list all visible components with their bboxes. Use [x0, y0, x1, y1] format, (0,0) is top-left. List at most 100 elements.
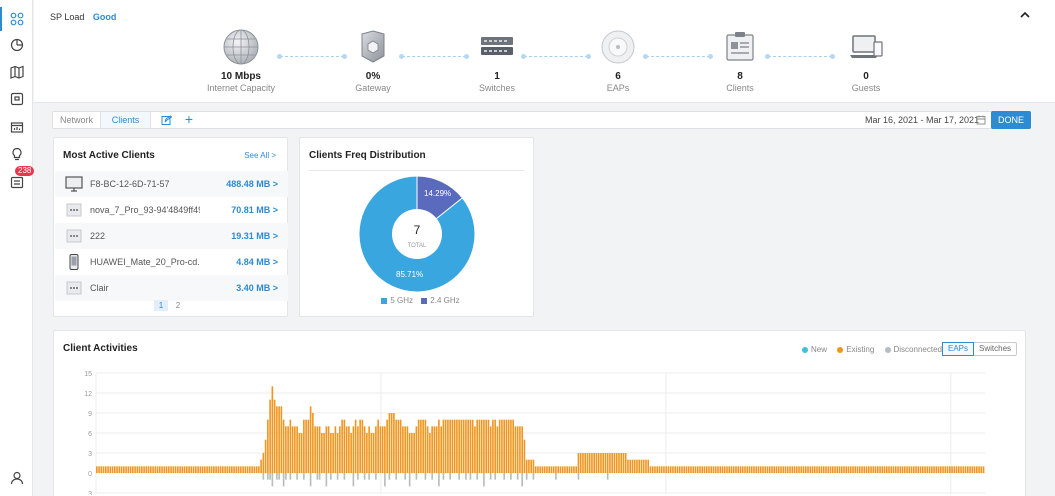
legend-dot-existing [837, 346, 844, 353]
tab-clients[interactable]: Clients [101, 112, 151, 128]
bar-existing [843, 466, 845, 473]
client-traffic[interactable]: 19.31 MB > [231, 223, 278, 249]
bar-existing [105, 466, 107, 473]
bar-disconnected [408, 473, 411, 487]
bar-existing [521, 426, 523, 473]
toggle-eaps[interactable]: EAPs [942, 342, 975, 356]
eaps-label: EAPs [606, 83, 630, 93]
bar-existing [577, 453, 580, 473]
bar-existing [539, 466, 541, 473]
topology-node-internet[interactable]: 10 Mbps Internet Capacity [196, 28, 286, 93]
calendar-icon[interactable] [976, 115, 986, 125]
bar-existing [771, 466, 773, 473]
bar-existing [395, 419, 397, 473]
user-icon[interactable] [0, 466, 33, 490]
bar-disconnected [465, 473, 467, 480]
bar-existing [924, 466, 926, 473]
bar-existing [624, 453, 627, 473]
insight-icon[interactable] [0, 115, 33, 139]
bar-existing [273, 399, 276, 473]
bar-disconnected [395, 473, 397, 480]
bar-existing [424, 419, 427, 473]
freq-legend: 5 GHz 2.4 GHz [300, 296, 535, 305]
bar-existing [251, 466, 253, 473]
edit-icon[interactable] [157, 112, 175, 128]
bar-existing [192, 466, 195, 473]
client-name: 222 [90, 231, 106, 241]
bar-existing [573, 466, 575, 473]
bar-existing [748, 466, 751, 473]
bar-existing [159, 466, 161, 473]
bar-existing [388, 413, 391, 473]
client-traffic[interactable]: 70.81 MB > [231, 197, 278, 223]
bar-existing [219, 466, 222, 473]
bar-existing [181, 466, 184, 473]
bar-existing [431, 426, 433, 473]
bar-existing [906, 466, 908, 473]
bar-existing [226, 466, 229, 473]
bar-existing [811, 466, 814, 473]
client-row[interactable]: nova_7_Pro_93-94'4849ff49 70.81 MB > [55, 197, 288, 223]
bar-existing [719, 466, 722, 473]
generic-device-icon [66, 203, 82, 217]
toggle-switches[interactable]: Switches [974, 343, 1016, 355]
topology-node-clients[interactable]: 8 Clients [695, 28, 785, 93]
bar-existing [195, 466, 197, 473]
bar-existing [888, 466, 890, 473]
bar-existing [768, 466, 771, 473]
gateway-label: Gateway [355, 83, 391, 93]
bar-existing [690, 466, 692, 473]
client-row[interactable]: HUAWEI_Mate_20_Pro-cd... 4.84 MB > [55, 249, 288, 275]
client-traffic[interactable]: 3.40 MB > [236, 275, 278, 301]
bar-existing [386, 419, 388, 473]
client-traffic[interactable]: 488.48 MB > [226, 171, 278, 197]
bar-existing [609, 453, 611, 473]
bar-existing [145, 466, 148, 473]
see-all-link[interactable]: See All > [244, 151, 276, 160]
bar-existing [197, 466, 199, 473]
legend-label-disconnected[interactable]: Disconnected [894, 345, 942, 354]
activities-legend: New Existing Disconnected [794, 345, 942, 354]
internet-capacity-value: 10 Mbps [220, 71, 261, 82]
client-row[interactable]: F8-BC-12-6D-71-57 488.48 MB > [55, 171, 288, 197]
page-1[interactable]: 1 [154, 300, 168, 311]
bar-existing [444, 419, 447, 473]
collapse-chevron-icon[interactable] [1019, 10, 1031, 20]
topology-node-guests[interactable]: 0 Guests [821, 28, 911, 93]
bar-disconnected [330, 473, 332, 480]
bar-existing [465, 419, 467, 473]
map-icon[interactable] [0, 60, 33, 84]
topology-node-eaps[interactable]: 6 EAPs [573, 28, 663, 93]
legend-label-new[interactable]: New [811, 345, 827, 354]
bar-existing [519, 426, 521, 473]
bar-existing [854, 466, 857, 473]
bar-existing [852, 466, 854, 473]
bulb-icon[interactable] [0, 142, 33, 166]
bar-existing [627, 459, 629, 473]
bar-disconnected [431, 473, 433, 480]
bar-existing [406, 426, 409, 473]
client-traffic[interactable]: 4.84 MB > [236, 249, 278, 275]
page-2[interactable]: 2 [171, 300, 185, 311]
bar-existing [141, 466, 143, 473]
log-icon[interactable]: 238 [0, 166, 35, 194]
done-button[interactable]: DONE [991, 111, 1031, 129]
client-row[interactable]: Clair 3.40 MB > [55, 275, 288, 301]
tab-network[interactable]: Network [53, 112, 101, 128]
add-tab-icon[interactable]: + [181, 112, 197, 128]
bar-existing [282, 419, 285, 473]
bar-existing [228, 466, 231, 473]
topology-node-gateway[interactable]: 0% Gateway [328, 28, 418, 93]
bar-existing [231, 466, 233, 473]
topology-node-switches[interactable]: 1 Switches [452, 28, 542, 93]
bar-disconnected [577, 473, 580, 480]
date-range[interactable]: Mar 16, 2021 - Mar 17, 2021 [865, 112, 979, 128]
dashboard-icon[interactable] [0, 7, 33, 31]
bar-existing [498, 419, 501, 473]
devices-icon[interactable] [0, 87, 33, 111]
bar-existing [471, 419, 474, 473]
statistics-icon[interactable] [0, 33, 33, 57]
legend-label-existing[interactable]: Existing [846, 345, 874, 354]
bar-existing [640, 459, 643, 473]
client-row[interactable]: 222 19.31 MB > [55, 223, 288, 249]
